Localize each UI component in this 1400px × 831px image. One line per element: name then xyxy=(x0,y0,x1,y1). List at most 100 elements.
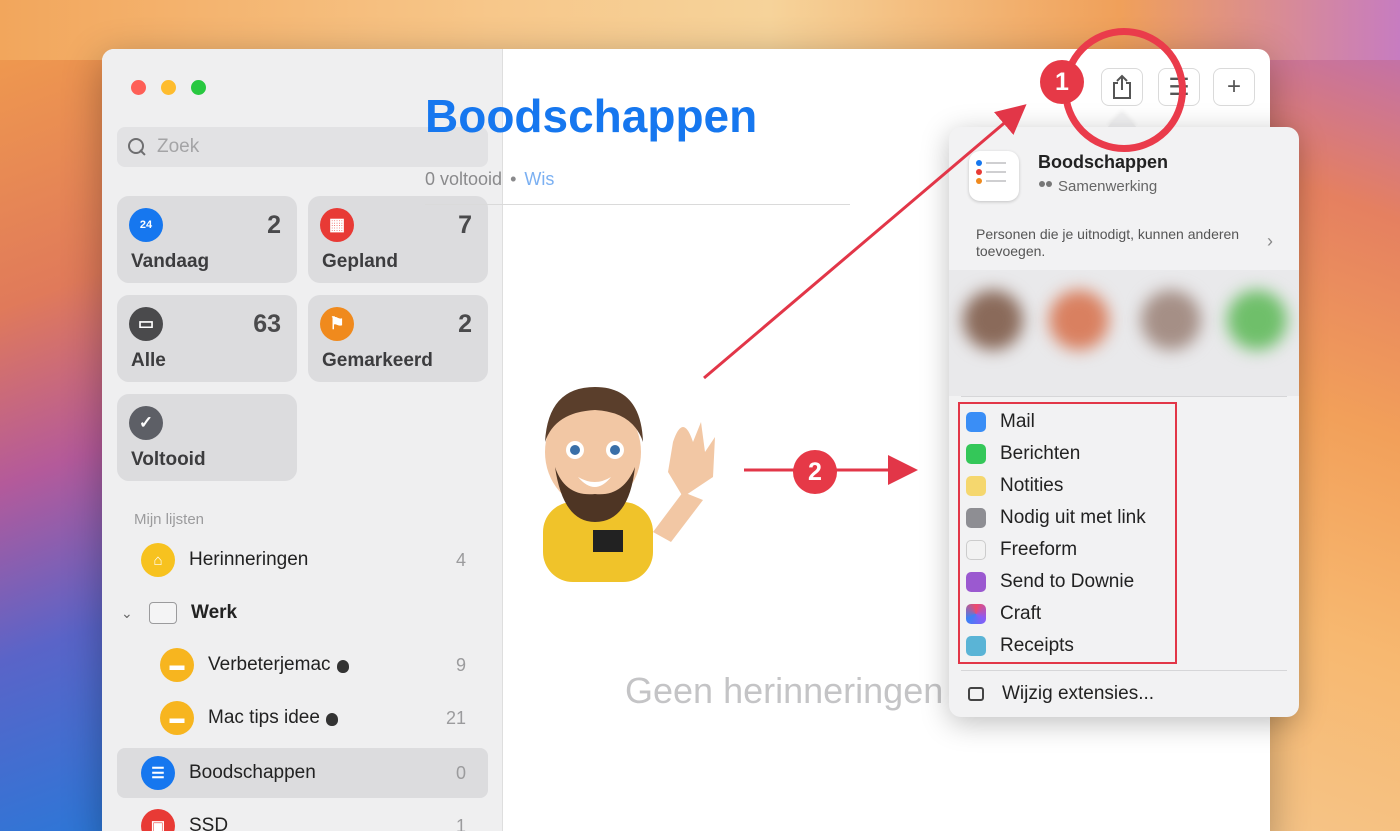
edit-extensions-button[interactable]: Wijzig extensies... xyxy=(966,678,1154,710)
search-icon xyxy=(127,137,147,157)
people-icon xyxy=(1038,180,1054,193)
extensions-icon xyxy=(968,687,984,701)
mail-icon xyxy=(966,412,986,432)
annotation-badge-one: 1 xyxy=(1040,60,1084,104)
list-label: Boodschappen xyxy=(189,762,316,783)
list-item-ssd[interactable]: ▣ SSD 1 xyxy=(117,801,488,831)
downie-icon xyxy=(966,572,986,592)
share-label: Send to Downie xyxy=(1000,571,1135,592)
contact-avatar[interactable] xyxy=(963,290,1023,350)
list-item-verbeterjemac[interactable]: ▬ Verbeterjemac 9 xyxy=(117,640,488,690)
list-label: Herinneringen xyxy=(189,549,309,570)
my-lists-heading: Mijn lijsten xyxy=(134,511,205,528)
share-option-freeform[interactable]: Freeform xyxy=(966,534,1077,566)
smart-list-all[interactable]: ▭ 63 Alle xyxy=(117,295,297,382)
share-label: Nodig uit met link xyxy=(1000,507,1146,528)
share-option-messages[interactable]: Berichten xyxy=(966,438,1080,470)
share-label: Berichten xyxy=(1000,443,1081,464)
list-label: Mac tips idee xyxy=(208,707,320,728)
list-count: 21 xyxy=(445,707,466,728)
freeform-icon xyxy=(966,540,986,560)
list-title: Boodschappen xyxy=(425,90,758,142)
list-count: 1 xyxy=(455,815,466,831)
folder-icon xyxy=(149,602,177,624)
list-count: 0 xyxy=(455,762,466,783)
contact-avatar[interactable] xyxy=(1141,290,1201,350)
list-item-mac-tips-idee[interactable]: ▬ Mac tips idee 21 xyxy=(117,693,488,743)
share-popover: Boodschappen Samenwerking Personen die j… xyxy=(949,127,1299,717)
zoom-window-button[interactable] xyxy=(191,80,206,95)
popover-divider xyxy=(961,396,1287,397)
messages-icon xyxy=(966,444,986,464)
smart-list-scheduled[interactable]: ▦ 7 Gepland xyxy=(308,196,488,283)
edit-extensions-label: Wijzig extensies... xyxy=(1002,683,1155,704)
chevron-right-icon[interactable]: › xyxy=(1267,231,1273,252)
calendar-grid-icon: ▦ xyxy=(320,208,354,242)
popover-title: Boodschappen xyxy=(1038,152,1169,172)
close-window-button[interactable] xyxy=(131,80,146,95)
empty-state-text: Geen herinneringen xyxy=(625,670,944,711)
ssd-icon: ▣ xyxy=(141,809,175,831)
share-label: Receipts xyxy=(1000,635,1074,656)
divider xyxy=(425,204,850,205)
share-option-invite-link[interactable]: Nodig uit met link xyxy=(966,502,1146,534)
apple-logo-icon xyxy=(325,712,338,726)
contacts-suggestions[interactable] xyxy=(949,270,1299,396)
share-label: Freeform xyxy=(1000,539,1078,560)
share-option-downie[interactable]: Send to Downie xyxy=(966,566,1134,598)
separator-dot: • xyxy=(510,169,517,189)
chair-icon: ⌂ xyxy=(141,543,175,577)
popover-divider xyxy=(961,670,1287,671)
search-placeholder: Zoek xyxy=(157,136,200,157)
list-count: 4 xyxy=(455,549,466,570)
checkmark-icon: ✓ xyxy=(129,406,163,440)
contact-avatar[interactable] xyxy=(1227,290,1287,350)
plus-icon: + xyxy=(1226,73,1241,100)
clear-completed-link[interactable]: Wis xyxy=(524,169,554,190)
briefcase-icon: ▬ xyxy=(160,701,194,735)
invite-permissions-option[interactable]: Personen die je uitnodigt, kunnen andere… xyxy=(976,226,1256,260)
smart-list-today[interactable]: 24 2 Vandaag xyxy=(117,196,297,283)
completed-row: 0 voltooid • Wis xyxy=(425,169,554,190)
list-bullet-icon: ☰ xyxy=(141,756,175,790)
share-label: Craft xyxy=(1000,603,1042,624)
collaboration-selector[interactable]: Samenwerking xyxy=(1038,178,1157,195)
smart-list-flagged[interactable]: ⚑ 2 Gemarkeerd xyxy=(308,295,488,382)
smart-list-completed[interactable]: ✓ Voltooid xyxy=(117,394,297,481)
collaboration-label: Samenwerking xyxy=(1058,178,1158,195)
tile-count: 2 xyxy=(458,310,472,338)
contact-avatar[interactable] xyxy=(1049,290,1109,350)
add-reminder-button[interactable]: + xyxy=(1213,68,1255,106)
share-option-mail[interactable]: Mail xyxy=(966,406,1035,438)
tile-count: 2 xyxy=(267,211,281,239)
minimize-window-button[interactable] xyxy=(161,80,176,95)
apple-logo-icon xyxy=(336,659,349,673)
share-option-notes[interactable]: Notities xyxy=(966,470,1063,502)
list-label: Werk xyxy=(191,602,238,623)
tray-icon: ▭ xyxy=(129,307,163,341)
list-group-werk[interactable]: ⌄ Werk xyxy=(117,588,488,638)
notes-icon xyxy=(966,476,986,496)
list-item-boodschappen[interactable]: ☰ Boodschappen 0 xyxy=(117,748,488,798)
tile-count: 63 xyxy=(253,310,281,338)
share-option-receipts[interactable]: Receipts xyxy=(966,630,1074,662)
memoji-image xyxy=(543,387,715,582)
share-option-craft[interactable]: Craft xyxy=(966,598,1041,630)
chevron-down-icon[interactable]: ⌄ xyxy=(121,605,141,622)
tile-label: Gepland xyxy=(322,251,399,272)
tile-label: Voltooid xyxy=(131,449,206,470)
completed-count: 0 voltooid xyxy=(425,169,503,189)
tile-count: 7 xyxy=(458,211,472,239)
calendar-today-icon: 24 xyxy=(129,208,163,242)
share-label: Mail xyxy=(1000,411,1035,432)
list-count: 9 xyxy=(455,654,466,675)
list-label: Verbeterjemac xyxy=(208,654,331,675)
list-item-herinneringen[interactable]: ⌂ Herinneringen 4 xyxy=(117,535,488,585)
annotation-badge-two: 2 xyxy=(793,450,837,494)
flag-icon: ⚑ xyxy=(320,307,354,341)
tile-label: Alle xyxy=(131,350,166,371)
share-label: Notities xyxy=(1000,475,1064,496)
briefcase-icon: ▬ xyxy=(160,648,194,682)
list-label: SSD xyxy=(189,815,229,831)
sidebar: Zoek 24 2 Vandaag ▦ 7 Gepland ▭ 63 Alle … xyxy=(102,49,503,831)
